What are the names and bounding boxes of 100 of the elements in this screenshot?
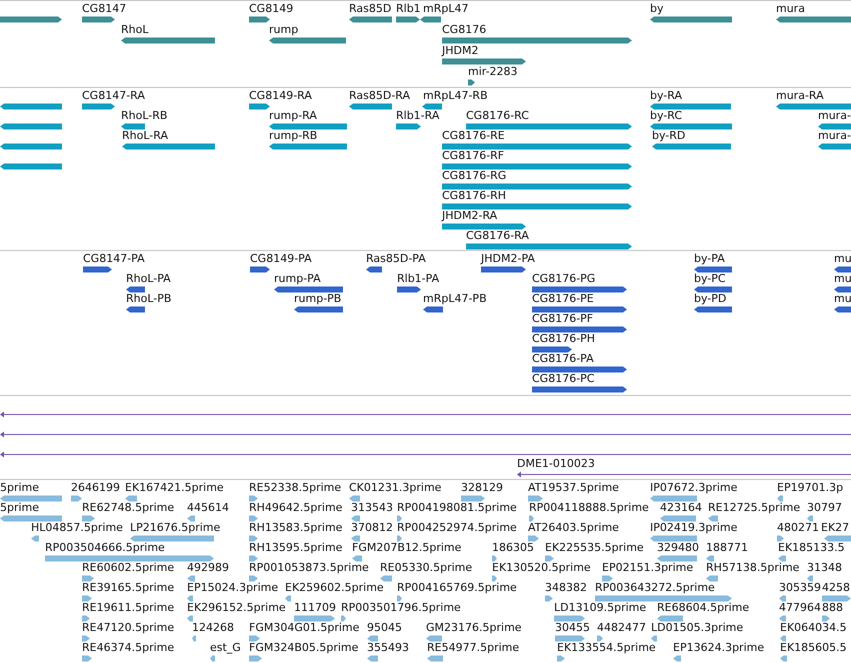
feature-label: CG8176-RC [466,110,529,122]
feature-label: CG8176-PG [532,273,596,285]
feature-label: 186305 [492,542,534,554]
feature-label: mura- [818,110,851,122]
feature-label: RhoL-PB [126,293,172,305]
feature-label: Rlb1 [396,3,421,15]
feature-label: mu [834,273,851,285]
feature-label: 188771 [706,542,748,554]
feature-label: mura- [818,130,851,142]
feature-label: mura-RA [776,90,824,102]
feature-label: CG8176-PF [532,313,594,325]
feature-label: JHDM2 [442,45,478,57]
feature-label: JHDM2-PA [481,253,535,265]
feature-label: 5prime [0,482,40,494]
feature-label: 30797 [807,502,842,514]
feature-label: CG8176-RH [442,190,506,202]
feature-label: RE47120.5prime [82,622,174,634]
feature-label: RhoL-RA [122,130,168,142]
feature-label: IP02419.3prime [650,522,738,534]
feature-label: RP004165769.5prime [397,582,517,594]
feature-label: EK167421.5prime [125,482,224,494]
feature-label: EK259602.5prime [285,582,384,594]
feature-label: RE12725.5prime [708,502,800,514]
feature-label: 95045 [367,622,402,634]
feature-label: RP004118888.5prime [529,502,649,514]
feature-label: 305359 [779,582,821,594]
feature-label: RE46374.5prime [82,642,174,654]
feature-label: EK296152.5prime [187,602,286,614]
feature-label: 888 [822,602,843,614]
feature-label: 124268 [192,622,234,634]
feature-label: 328129 [461,482,503,494]
feature-label: mRpL47-RB [423,90,488,102]
feature-label: RH13595.5prime [249,542,342,554]
feature-label: CG8176-PC [532,373,594,385]
feature-label: EK185133.5 [778,542,845,554]
feature-label: CG8176-PA [532,353,594,365]
feature-label: RhoL-PA [126,273,171,285]
feature-label: EK185605.5 [780,642,847,654]
feature-label: RP004198081.5prime [397,502,517,514]
feature-label: RP003504666.5prime [45,542,165,554]
feature-label: RE68604.5prime [657,602,750,614]
feature-label: EP19701.3p [777,482,844,494]
feature-label: rump-PA [274,273,321,285]
feature-label: mura [776,3,805,15]
feature-label: JHDM2-RA [442,210,498,222]
feature-label: EP15024.3prime [187,582,278,594]
feature-label: Rlb1-PA [397,273,440,285]
feature-label: CG8149 [249,3,294,15]
feature-label: mRpL47 [423,3,468,15]
feature-label: EK064034.5 [780,622,847,634]
feature-label: FGM324B05.5prime [249,642,358,654]
feature-label: by-RD [652,130,686,142]
feature-label: EK130520.5prime [492,562,591,574]
feature-label: Ras85D-PA [366,253,426,265]
feature-label: 492989 [187,562,229,574]
feature-label: IP07672.3prime [650,482,738,494]
feature-label: FGM304G01.5prime [249,622,360,634]
feature-label: est_G [210,642,241,654]
feature-label: 370812 [351,522,393,534]
feature-label: EK133554.5prime [557,642,656,654]
feature-label: CG8149-PA [250,253,312,265]
feature-label: LD13109.5prime [554,602,646,614]
feature-label: 2646199 [71,482,120,494]
feature-label: CG8149-RA [249,90,312,102]
feature-label: 31348 [807,562,842,574]
feature-label: rump [269,24,298,36]
feature-label: by-PC [694,273,726,285]
feature-label: EP13624.3prime [673,642,764,654]
feature-label: 111709 [294,602,336,614]
feature-label: CG8176 [442,24,486,36]
feature-label: rump-PB [294,293,342,305]
feature-label: by-PD [694,293,726,305]
feature-label: GM23176.5prime [426,622,522,634]
feature-label: RP001053873.5prime [249,562,369,574]
feature-label: RE19611.5prime [82,602,174,614]
feature-label: RE54977.5prime [427,642,520,654]
feature-label: Ras85D [349,3,392,15]
feature-label: RP004252974.5prime [397,522,517,534]
feature-label: CG8176-RF [442,150,504,162]
feature-label: RhoL [121,24,148,36]
feature-label: rump-RA [269,110,317,122]
feature-label: 445614 [187,502,229,514]
feature-label: CG8176-PE [532,293,594,305]
feature-label: mRpL47-PB [423,293,487,305]
feature-label: RE05330.5prime [380,562,472,574]
feature-label: CG8147 [82,3,126,15]
feature-label: EK27 [821,522,850,534]
feature-label: Rlb1-RA [396,110,440,122]
feature-label: mir-2283 [468,66,518,78]
feature-label: 4482477 [597,622,646,634]
feature-label: 30455 [555,622,590,634]
feature-label: 313543 [351,502,393,514]
feature-label: AT19537.5prime [528,482,619,494]
feature-label: by [650,3,664,15]
feature-label: 348382 [545,582,587,594]
feature-label: mu [834,253,851,265]
feature-label: DME1-010023 [517,458,595,470]
feature-label: CK01231.3prime [349,482,442,494]
feature-label: CG8176-RE [442,130,505,142]
feature-label: RE39165.5prime [82,582,174,594]
